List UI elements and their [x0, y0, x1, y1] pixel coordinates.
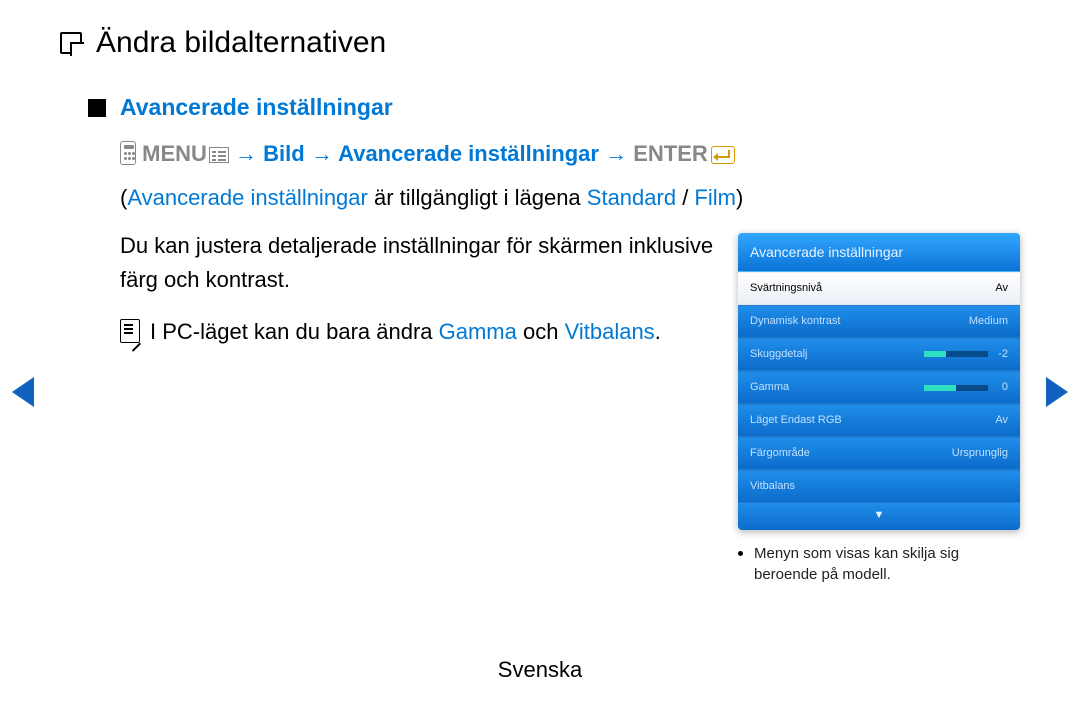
osd-panel: Avancerade inställningar Svärtningsnivå A…: [738, 233, 1020, 530]
next-page-button[interactable]: [1046, 377, 1068, 407]
body-text: Du kan justera detaljerade inställningar…: [120, 229, 720, 297]
osd-row-label: Gamma: [750, 379, 789, 396]
osd-row-value: -2: [994, 346, 1008, 363]
osd-row-value: Ursprunglig: [952, 445, 1008, 462]
osd-title: Avancerade inställningar: [738, 233, 1020, 272]
osd-row-label: Svärtningsnivå: [750, 280, 822, 297]
osd-slider[interactable]: -2: [924, 346, 1008, 363]
prev-page-button[interactable]: [12, 377, 34, 407]
enter-label: ENTER: [633, 141, 708, 166]
osd-row[interactable]: Dynamisk kontrast Medium: [738, 305, 1020, 338]
page-title-row: Ändra bildalternativen: [60, 26, 1020, 60]
footer-language: Svenska: [0, 657, 1080, 683]
panel-disclaimer: Menyn som visas kan skilja sig beroende …: [738, 544, 1020, 585]
osd-row-value: Medium: [969, 313, 1008, 330]
section-title: Avancerade inställningar: [120, 94, 393, 121]
menu-label: MENU: [142, 141, 207, 166]
osd-row[interactable]: Gamma 0: [738, 371, 1020, 404]
page-title-icon: [60, 32, 82, 54]
osd-scroll-down[interactable]: ▼: [738, 503, 1020, 530]
osd-row[interactable]: Vitbalans: [738, 470, 1020, 503]
osd-row-value: 0: [994, 379, 1008, 396]
osd-row[interactable]: Svärtningsnivå Av: [738, 272, 1020, 305]
osd-row-label: Läget Endast RGB: [750, 412, 842, 429]
path-step-bild: Bild: [263, 141, 305, 166]
osd-row-value: Av: [995, 280, 1008, 297]
osd-row-label: Färgområde: [750, 445, 810, 462]
osd-row-value: Av: [995, 412, 1008, 429]
note-icon: [120, 319, 140, 343]
pc-mode-note: I PC-läget kan du bara ändra Gamma och V…: [120, 315, 720, 349]
osd-row[interactable]: Läget Endast RGB Av: [738, 404, 1020, 437]
section-bullet-icon: [88, 99, 106, 117]
osd-row[interactable]: Färgområde Ursprunglig: [738, 437, 1020, 470]
menu-icon: [209, 147, 229, 163]
osd-slider[interactable]: 0: [924, 379, 1008, 396]
availability-line: (Avancerade inställningar är tillgänglig…: [120, 181, 1020, 215]
menu-path: MENU → Bild → Avancerade inställningar →…: [120, 137, 1020, 171]
osd-row-label: Skuggdetalj: [750, 346, 808, 363]
remote-icon: [120, 141, 136, 165]
osd-row-label: Vitbalans: [750, 478, 795, 495]
section-header: Avancerade inställningar: [88, 94, 1020, 121]
path-step-advanced: Avancerade inställningar: [338, 141, 599, 166]
osd-row[interactable]: Skuggdetalj -2: [738, 338, 1020, 371]
osd-row-label: Dynamisk kontrast: [750, 313, 840, 330]
page-title: Ändra bildalternativen: [96, 26, 386, 60]
enter-icon: [711, 146, 735, 164]
